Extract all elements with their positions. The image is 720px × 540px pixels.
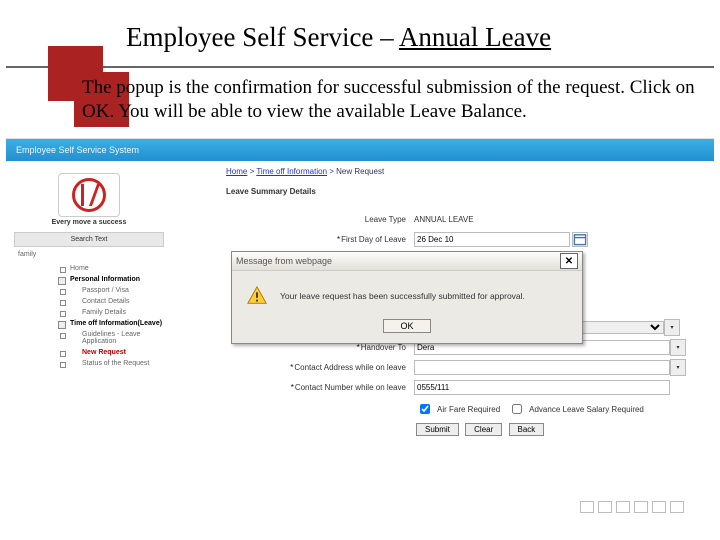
clear-button[interactable]: Clear	[465, 423, 502, 436]
ok-button[interactable]: OK	[383, 319, 430, 333]
nav-contact[interactable]: Contact Details	[54, 298, 164, 305]
crumb-home[interactable]: Home	[226, 167, 247, 176]
instruction-text: The popup is the confirmation for succes…	[82, 76, 702, 124]
header-rule	[6, 66, 714, 68]
contact-addr-input[interactable]	[414, 360, 670, 375]
nav-status[interactable]: Status of the Request	[54, 360, 164, 367]
chevron-down-icon[interactable]: ▾	[670, 359, 686, 376]
search-label: Search Text	[14, 232, 164, 247]
crumb-timeoff[interactable]: Time off Information	[256, 167, 327, 176]
first-day-input[interactable]	[414, 232, 570, 247]
pager-box[interactable]	[670, 501, 684, 513]
pager-box[interactable]	[598, 501, 612, 513]
contact-num-label: Contact Number while on leave	[226, 383, 414, 392]
slide-pager	[580, 501, 684, 513]
airfare-label: Air Fare Required	[437, 405, 500, 414]
submit-button[interactable]: Submit	[416, 423, 459, 436]
breadcrumb: Home > Time off Information > New Reques…	[226, 167, 384, 176]
dialog-title: Message from webpage	[236, 256, 332, 266]
calendar-icon[interactable]	[572, 232, 588, 247]
back-button[interactable]: Back	[509, 423, 545, 436]
pager-box[interactable]	[652, 501, 666, 513]
contact-num-input[interactable]	[414, 380, 670, 395]
app-screenshot: Employee Self Service System Every move …	[6, 138, 714, 517]
nav-home[interactable]: Home	[54, 265, 164, 272]
page-title: Employee Self Service – Annual Leave	[126, 22, 551, 53]
leave-type-value: ANNUAL LEAVE	[414, 215, 474, 224]
chevron-down-icon[interactable]: ▾	[664, 319, 680, 336]
nav-new-request[interactable]: New Request	[54, 349, 164, 356]
nav-family[interactable]: Family Details	[54, 309, 164, 316]
contact-addr-label: Contact Address while on leave	[226, 363, 414, 372]
logo-tagline: Every move a success	[14, 219, 164, 226]
nav-passport[interactable]: Passport / Visa	[54, 287, 164, 294]
confirmation-dialog: Message from webpage ✕ Your leave reques…	[231, 251, 583, 344]
first-day-label: First Day of Leave	[226, 235, 414, 244]
advance-salary-label: Advance Leave Salary Required	[529, 405, 644, 414]
chevron-down-icon[interactable]: ▾	[670, 339, 686, 356]
pager-box[interactable]	[634, 501, 648, 513]
section-heading: Leave Summary Details	[226, 187, 316, 196]
pager-box[interactable]	[580, 501, 594, 513]
airfare-checkbox[interactable]	[420, 404, 430, 414]
close-icon[interactable]: ✕	[560, 253, 578, 269]
nav-personal-info[interactable]: Personal Information	[54, 276, 164, 283]
leave-type-label: Leave Type	[226, 215, 414, 224]
crumb-leaf: New Request	[336, 167, 384, 176]
fsl-logo	[58, 173, 120, 217]
nav-guidelines[interactable]: Guidelines - Leave Application	[54, 331, 164, 345]
sidebar-nav: Home Personal Information Passport / Vis…	[14, 265, 164, 367]
dialog-message: Your leave request has been successfully…	[280, 291, 525, 301]
app-title-bar: Employee Self Service System	[6, 139, 714, 161]
warning-icon	[246, 285, 268, 307]
advance-salary-checkbox[interactable]	[512, 404, 522, 414]
pager-box[interactable]	[616, 501, 630, 513]
search-input-value[interactable]: family	[18, 251, 164, 258]
nav-timeoff[interactable]: Time off Information(Leave)	[54, 320, 164, 327]
